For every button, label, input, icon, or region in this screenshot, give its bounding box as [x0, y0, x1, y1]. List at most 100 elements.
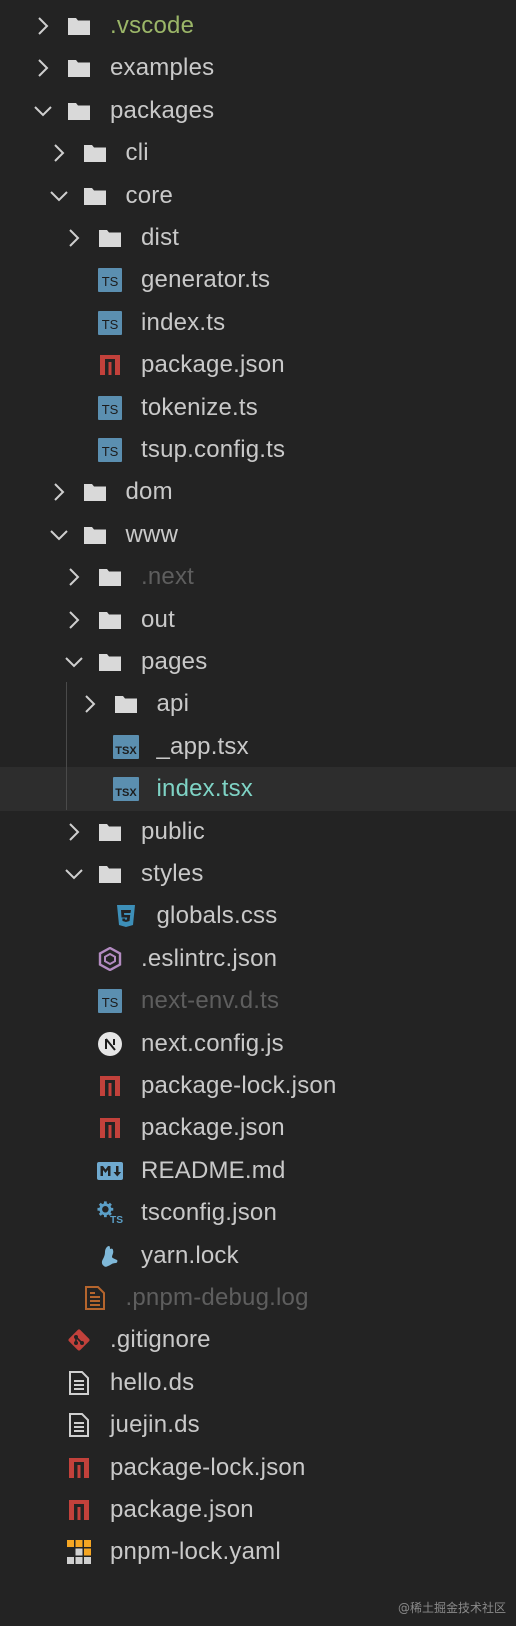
folder-cli[interactable]: cli: [0, 131, 516, 175]
chevron-right-icon[interactable]: [65, 822, 83, 841]
chevron-down-icon[interactable]: [49, 187, 68, 205]
item-label: .gitignore: [110, 1326, 211, 1354]
item-label: tsconfig.json: [141, 1199, 278, 1227]
item-label: package-lock.json: [141, 1072, 337, 1099]
folder-api[interactable]: api: [0, 682, 516, 726]
item-label: _app.tsx: [156, 732, 249, 760]
item-label: .eslintrc.json: [141, 944, 278, 972]
file-eslintrc-json[interactable]: .eslintrc.json: [0, 937, 516, 981]
file-juejin-ds[interactable]: juejin.ds: [0, 1403, 516, 1447]
tsx-icon: TSX: [112, 734, 139, 760]
text-file-icon: [66, 1412, 92, 1438]
file-pnpm-lock-yaml[interactable]: pnpm-lock.yaml: [0, 1530, 516, 1574]
folder-styles[interactable]: styles: [0, 852, 516, 896]
item-label: yarn.lock: [141, 1241, 239, 1269]
file-next-env-dts[interactable]: TS next-env.d.ts: [0, 979, 516, 1023]
item-label: next.config.js: [141, 1029, 284, 1057]
chevron-right-icon[interactable]: [65, 568, 83, 586]
npm-icon: [97, 1073, 123, 1099]
folder-core[interactable]: core: [0, 174, 516, 218]
chevron-right-icon[interactable]: [65, 229, 83, 247]
css-icon: [113, 903, 139, 929]
file-tsup-config-ts[interactable]: TS tsup.config.ts: [0, 428, 516, 472]
folder-icon: [97, 819, 123, 845]
chevron-right-icon[interactable]: [50, 144, 68, 162]
folder-pages[interactable]: pages: [0, 640, 516, 684]
folder-out[interactable]: out: [0, 598, 516, 642]
chevron-down-icon[interactable]: [34, 102, 52, 120]
folder-icon: [66, 13, 92, 39]
item-label: cli: [125, 139, 149, 167]
item-label: public: [141, 817, 205, 845]
chevron-down-icon[interactable]: [49, 526, 68, 544]
folder-icon: [82, 140, 108, 166]
item-label: .pnpm-debug.log: [125, 1284, 309, 1311]
folder-examples[interactable]: examples: [0, 46, 516, 90]
file-tsconfig-json[interactable]: TS tsconfig.json: [0, 1191, 516, 1235]
folder-public[interactable]: public: [0, 810, 516, 854]
item-label: index.ts: [141, 308, 226, 336]
item-label: next-env.d.ts: [141, 987, 280, 1015]
folder-www[interactable]: www: [0, 513, 516, 557]
folder-icon: [97, 564, 123, 590]
item-label: tsup.config.ts: [141, 436, 286, 463]
item-label: globals.css: [156, 902, 278, 930]
folder-next[interactable]: .next: [0, 555, 516, 599]
chevron-right-icon[interactable]: [34, 59, 52, 78]
svg-text:TSX: TSX: [115, 745, 137, 757]
file-index-ts[interactable]: TS index.ts: [0, 301, 516, 345]
svg-text:TSX: TSX: [115, 787, 137, 799]
folder-icon: [113, 691, 139, 717]
watermark: @稀土掘金技术社区: [397, 1601, 506, 1615]
folder-vscode[interactable]: .vscode: [0, 4, 516, 48]
file-core-package-json[interactable]: package.json: [0, 343, 516, 387]
text-file-icon: [66, 1370, 92, 1396]
file-root-package-lock-json[interactable]: package-lock.json: [0, 1446, 516, 1490]
file-globals-css[interactable]: globals.css: [0, 894, 516, 938]
chevron-right-icon[interactable]: [81, 695, 99, 714]
item-label: package.json: [141, 351, 285, 379]
file-tokenize-ts[interactable]: TS tokenize.ts: [0, 386, 516, 430]
item-label: dom: [125, 478, 173, 506]
file-www-package-json[interactable]: package.json: [0, 1106, 516, 1150]
folder-dist[interactable]: dist: [0, 216, 516, 260]
typescript-icon: TS: [97, 988, 123, 1014]
tsx-icon: TSX: [112, 776, 139, 802]
svg-text:TS: TS: [102, 402, 119, 417]
markdown-icon: [97, 1158, 123, 1184]
git-icon: [66, 1327, 92, 1353]
item-label: pages: [141, 648, 208, 675]
folder-dom[interactable]: dom: [0, 470, 516, 514]
file-generator-ts[interactable]: TS generator.ts: [0, 258, 516, 302]
file-root-package-json[interactable]: package.json: [0, 1488, 516, 1532]
file-hello-ds[interactable]: hello.ds: [0, 1361, 516, 1405]
file-pnpm-debug-log[interactable]: .pnpm-debug.log: [0, 1276, 516, 1320]
folder-icon: [97, 649, 123, 675]
item-label: README.md: [141, 1156, 286, 1184]
tsconfig-icon: TS: [97, 1200, 123, 1226]
indent-guide: [66, 682, 67, 810]
file-readme-md[interactable]: README.md: [0, 1149, 516, 1193]
chevron-right-icon[interactable]: [50, 483, 68, 502]
npm-icon: [97, 1115, 123, 1141]
chevron-down-icon[interactable]: [65, 653, 83, 671]
item-label: tokenize.ts: [141, 393, 258, 421]
file-app-tsx[interactable]: TSX _app.tsx: [0, 725, 516, 769]
typescript-icon: TS: [97, 310, 123, 336]
chevron-down-icon[interactable]: [65, 865, 83, 883]
file-www-package-lock-json[interactable]: package-lock.json: [0, 1064, 516, 1108]
folder-packages[interactable]: packages: [0, 89, 516, 133]
svg-text:TS: TS: [102, 995, 119, 1010]
npm-icon: [97, 352, 123, 378]
typescript-icon: TS: [97, 267, 123, 293]
file-gitignore[interactable]: .gitignore: [0, 1318, 516, 1362]
file-index-tsx[interactable]: TSX index.tsx: [0, 767, 516, 812]
folder-icon: [66, 55, 92, 81]
file-yarn-lock[interactable]: yarn.lock: [0, 1234, 516, 1278]
typescript-icon: TS: [97, 395, 123, 421]
file-next-config-js[interactable]: next.config.js: [0, 1022, 516, 1066]
svg-text:TS: TS: [102, 274, 119, 289]
item-label: package-lock.json: [110, 1453, 306, 1481]
chevron-right-icon[interactable]: [34, 17, 52, 35]
chevron-right-icon[interactable]: [65, 610, 83, 629]
